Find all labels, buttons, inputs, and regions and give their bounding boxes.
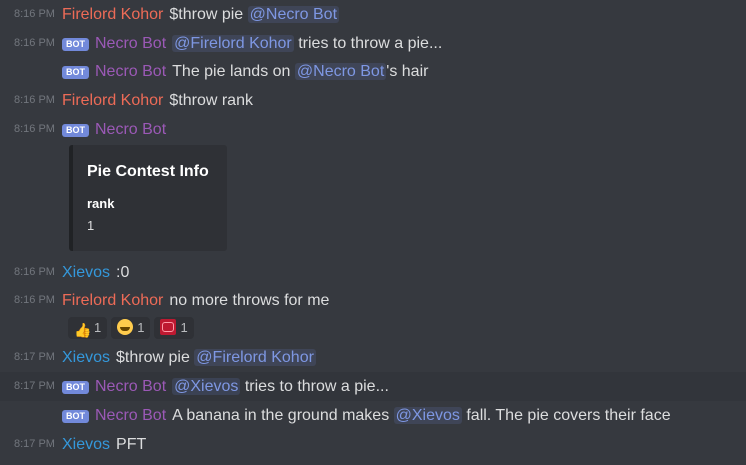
reaction-hundred[interactable]: 1 [154, 317, 194, 339]
reactions-bar: 👍 1 1 1 [68, 317, 198, 339]
message-row: 8:16 PM Xievos :0 [0, 258, 746, 287]
author-name[interactable]: Necro Bot [95, 407, 166, 424]
message-text: PFT [116, 436, 147, 453]
timestamp[interactable]: 8:17 PM [14, 430, 55, 459]
author-name[interactable]: Necro Bot [95, 378, 166, 395]
message-row: 8:17 PM Xievos $throw pie @Firelord Kohor [0, 343, 746, 372]
thumbs-up-icon: 👍 [74, 322, 92, 338]
message-row: BOT Necro Bot The pie lands on @Necro Bot '… [0, 57, 746, 86]
grinning-squinting-face-icon [117, 319, 134, 335]
message-text: fall. The pie covers their face [461, 407, 671, 424]
message-text: $throw pie [169, 6, 248, 23]
timestamp[interactable]: 8:16 PM [14, 258, 55, 287]
hundred-points-icon [160, 319, 177, 335]
message-row: 8:17 PM BOT Necro Bot @Xievos tries to thr… [0, 372, 746, 401]
user-mention[interactable]: @Firelord Kohor [172, 35, 294, 52]
user-mention[interactable]: @Xievos [393, 407, 462, 424]
message-text: A banana in the ground makes [172, 407, 394, 424]
embed-title: Pie Contest Info [87, 163, 209, 180]
message-text: The pie lands on [172, 63, 295, 80]
message-row: 8:16 PM Firelord Kohor $throw pie @Necro … [0, 0, 746, 29]
author-name[interactable]: Xievos [62, 349, 110, 366]
bot-badge: BOT [62, 124, 89, 137]
author-name[interactable]: Necro Bot [95, 63, 166, 80]
author-name[interactable]: Firelord Kohor [62, 292, 163, 309]
message-text: tries to throw a pie... [293, 35, 443, 52]
reaction-grinning[interactable]: 1 [111, 317, 151, 339]
message-text: 's hair [386, 63, 429, 80]
user-mention[interactable]: @Xievos [172, 378, 241, 395]
timestamp[interactable]: 8:16 PM [14, 115, 55, 144]
timestamp[interactable]: 8:16 PM [14, 286, 55, 315]
author-name[interactable]: Firelord Kohor [62, 6, 163, 23]
reaction-count: 1 [180, 320, 188, 335]
user-mention[interactable]: @Necro Bot [247, 6, 340, 23]
embed-card: Pie Contest Info rank 1 [69, 145, 227, 251]
bot-badge: BOT [62, 410, 89, 423]
message-row: 8:16 PM Firelord Kohor no more throws for… [0, 286, 746, 315]
timestamp[interactable]: 8:16 PM [14, 0, 55, 29]
author-name[interactable]: Necro Bot [95, 121, 166, 138]
author-name[interactable]: Necro Bot [95, 35, 166, 52]
message-row: 8:17 PM Xievos PFT [0, 430, 746, 459]
timestamp[interactable]: 8:17 PM [14, 372, 55, 401]
message-text: :0 [116, 264, 130, 281]
timestamp[interactable]: 8:16 PM [14, 29, 55, 58]
message-text: tries to throw a pie... [240, 378, 389, 395]
bot-badge: BOT [62, 38, 89, 51]
embed-field-name: rank [87, 196, 115, 211]
author-name[interactable]: Firelord Kohor [62, 92, 163, 109]
message-row: BOT Necro Bot A banana in the ground makes… [0, 401, 746, 430]
message-text: $throw rank [169, 92, 253, 109]
author-name[interactable]: Xievos [62, 264, 110, 281]
timestamp[interactable]: 8:17 PM [14, 343, 55, 372]
bot-badge: BOT [62, 381, 89, 394]
user-mention[interactable]: @Firelord Kohor [194, 349, 316, 366]
message-row: 8:16 PM Firelord Kohor $throw rank [0, 86, 746, 115]
message-row: 8:16 PM BOT Necro Bot [0, 115, 746, 144]
message-text: no more throws for me [169, 292, 330, 309]
reaction-count: 1 [94, 320, 102, 335]
embed-field-value: 1 [87, 218, 95, 233]
reaction-count: 1 [137, 320, 145, 335]
reaction-thumbs-up[interactable]: 👍 1 [68, 317, 108, 339]
message-row: 8:16 PM BOT Necro Bot @Firelord Kohor trie… [0, 29, 746, 58]
author-name[interactable]: Xievos [62, 436, 110, 453]
message-text: $throw pie [116, 349, 195, 366]
bot-badge: BOT [62, 66, 89, 79]
user-mention[interactable]: @Necro Bot [294, 63, 387, 80]
timestamp[interactable]: 8:16 PM [14, 86, 55, 115]
